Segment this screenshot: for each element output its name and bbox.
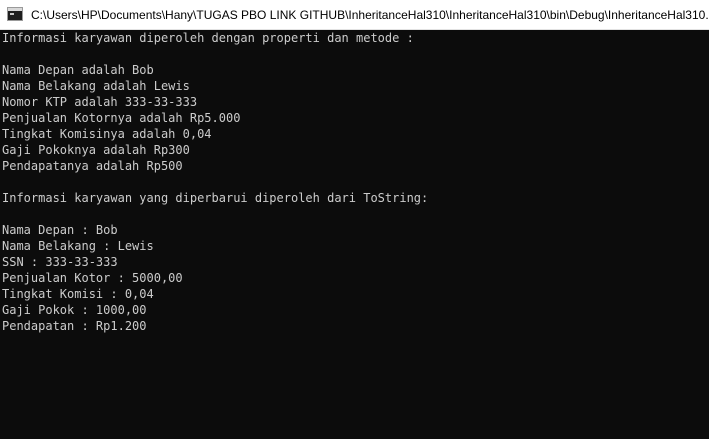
console-output-area[interactable]: Informasi karyawan diperoleh dengan prop…: [0, 30, 709, 439]
console-line-earnings: Pendapatanya adalah Rp500: [2, 159, 183, 173]
console-line-first-name: Nama Depan adalah Bob: [2, 63, 154, 77]
console-app-icon[interactable]: [7, 7, 23, 21]
console-line-earnings: Pendapatan : Rp1.200: [2, 319, 147, 333]
console-output: Informasi karyawan diperoleh dengan prop…: [0, 30, 709, 334]
console-line-base-salary: Gaji Pokoknya adalah Rp300: [2, 143, 190, 157]
console-line-ktp-number: Nomor KTP adalah 333-33-333: [2, 95, 198, 109]
console-window: C:\Users\HP\Documents\Hany\TUGAS PBO LIN…: [0, 0, 709, 439]
console-line-heading-tostring: Informasi karyawan yang diperbarui diper…: [2, 191, 429, 205]
title-bar[interactable]: C:\Users\HP\Documents\Hany\TUGAS PBO LIN…: [0, 0, 709, 30]
console-line-first-name: Nama Depan : Bob: [2, 223, 118, 237]
console-line-gross-sales: Penjualan Kotor : 5000,00: [2, 271, 183, 285]
console-line-commission-rate: Tingkat Komisinya adalah 0,04: [2, 127, 212, 141]
console-line-commission-rate: Tingkat Komisi : 0,04: [2, 287, 154, 301]
console-line-last-name: Nama Belakang : Lewis: [2, 239, 154, 253]
console-line-gross-sales: Penjualan Kotornya adalah Rp5.000: [2, 111, 241, 125]
window-title: C:\Users\HP\Documents\Hany\TUGAS PBO LIN…: [31, 8, 709, 22]
console-line-heading-properties: Informasi karyawan diperoleh dengan prop…: [2, 31, 414, 45]
console-line-base-salary: Gaji Pokok : 1000,00: [2, 303, 147, 317]
console-line-ssn: SSN : 333-33-333: [2, 255, 118, 269]
console-line-last-name: Nama Belakang adalah Lewis: [2, 79, 190, 93]
